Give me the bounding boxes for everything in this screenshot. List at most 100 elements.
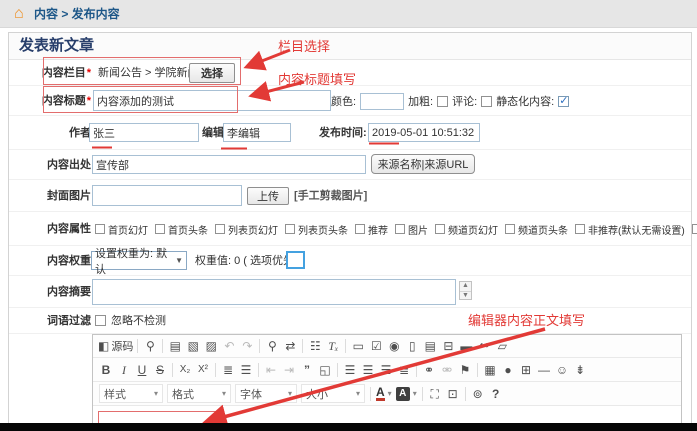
justify-icon[interactable]: ≣ — [396, 361, 412, 379]
table-icon[interactable]: ⊞ — [518, 361, 534, 379]
toolbar-separator — [422, 387, 423, 401]
link-icon[interactable]: ⚭ — [421, 361, 437, 379]
bottom-black-bar — [0, 423, 697, 431]
remove-format-icon[interactable]: Tₓ — [325, 337, 341, 355]
weight-select[interactable]: 设置权重为: 默认▼ — [91, 251, 187, 270]
anchor-icon[interactable]: ⚑ — [457, 361, 473, 379]
paste-from-word-icon[interactable]: ▨ — [203, 337, 219, 355]
ignore-check-checkbox[interactable] — [95, 315, 106, 326]
redo-icon[interactable]: ↷ — [239, 337, 255, 355]
image-icon[interactable]: ▦ — [482, 361, 498, 379]
summary-label: 内容摘要 — [9, 276, 91, 308]
ignore-check-label: 忽略不检测 — [111, 308, 166, 334]
undo-icon[interactable]: ↶ — [221, 337, 237, 355]
attribute-option: 首页头条 — [155, 222, 208, 237]
paste-icon[interactable]: ▧ — [185, 337, 201, 355]
editor-input[interactable] — [223, 123, 291, 142]
italic-icon[interactable]: I — [116, 361, 132, 379]
attribute-checkbox[interactable] — [285, 224, 295, 234]
bg-color-icon[interactable]: A▾ — [396, 387, 417, 401]
replace-icon[interactable]: ⇄ — [282, 337, 298, 355]
page-title: 发表新文章 — [19, 33, 94, 59]
checkbox-field-icon[interactable]: ☑ — [368, 337, 384, 355]
manual-crop-hint[interactable]: [手工剪裁图片] — [294, 180, 367, 212]
column-select-button[interactable]: 选择 — [189, 63, 235, 83]
breadcrumb[interactable]: 内容 > 发布内容 — [34, 0, 120, 28]
image-button-icon[interactable]: ◖◗ — [476, 337, 492, 355]
preview-icon[interactable]: ⚲ — [142, 337, 158, 355]
text-color-icon[interactable]: A▾ — [376, 387, 392, 401]
spinner-down-icon[interactable]: ▼ — [460, 291, 471, 300]
cover-input[interactable] — [92, 185, 242, 206]
select-field-icon[interactable]: ⊟ — [440, 337, 456, 355]
div-container-icon[interactable]: ◱ — [317, 361, 333, 379]
attribute-checkbox[interactable] — [692, 224, 697, 234]
maximize-icon[interactable]: ⛶ — [427, 385, 443, 403]
flash-icon[interactable]: ● — [500, 361, 516, 379]
indent-icon[interactable]: ⇥ — [281, 361, 297, 379]
button-field-icon[interactable]: ▬ — [458, 337, 474, 355]
select-all-icon[interactable]: ☷ — [307, 337, 323, 355]
align-left-icon[interactable]: ☰ — [342, 361, 358, 379]
new-page-icon[interactable]: ▤ — [167, 337, 183, 355]
attribute-checkbox[interactable] — [95, 224, 105, 234]
attribute-checkbox[interactable] — [435, 224, 445, 234]
superscript-icon[interactable]: X² — [195, 361, 211, 379]
bold-checkbox[interactable] — [437, 96, 448, 107]
textarea-field-icon[interactable]: ▤ — [422, 337, 438, 355]
source-name-url-button[interactable]: 来源名称|来源URL — [371, 154, 475, 174]
help-icon[interactable]: ? — [488, 385, 504, 403]
page-break-icon[interactable]: ⇟ — [572, 361, 588, 379]
smiley-icon[interactable]: ☺ — [554, 361, 570, 379]
bold-icon[interactable]: B — [98, 361, 114, 379]
attribute-checkbox[interactable] — [575, 224, 585, 234]
horizontal-rule-icon[interactable]: ― — [536, 361, 552, 379]
strikethrough-icon[interactable]: S — [152, 361, 168, 379]
attribute-checkbox[interactable] — [215, 224, 225, 234]
styles-dropdown[interactable]: 样式▾ — [99, 384, 163, 403]
title-input[interactable] — [93, 90, 331, 111]
publish-time-input[interactable] — [368, 123, 480, 142]
upload-button[interactable]: 上传 — [247, 187, 289, 205]
annotation-column-select: 栏目选择 — [278, 36, 330, 55]
attribute-checkbox[interactable] — [505, 224, 515, 234]
chevron-down-icon: ▾ — [222, 389, 226, 398]
subscript-icon[interactable]: X₂ — [177, 361, 193, 379]
title-options: 颜色: 加粗: 评论: 静态化内容: — [331, 86, 569, 116]
source-icon[interactable]: ◧源码 — [98, 337, 133, 355]
radio-button-icon[interactable]: ◉ — [386, 337, 402, 355]
text-field-icon[interactable]: ▯ — [404, 337, 420, 355]
source-input[interactable] — [92, 155, 366, 174]
color-input[interactable] — [360, 93, 404, 110]
show-blocks-icon[interactable]: ⊡ — [445, 385, 461, 403]
blockquote-icon[interactable]: ” — [299, 361, 315, 379]
home-icon[interactable]: ⌂ — [14, 0, 24, 28]
outdent-icon[interactable]: ⇤ — [263, 361, 279, 379]
author-input[interactable] — [89, 123, 199, 142]
font-dropdown[interactable]: 字体▾ — [235, 384, 297, 403]
attribute-label: 频道页幻灯 — [448, 222, 498, 237]
bulleted-list-icon[interactable]: ☰ — [238, 361, 254, 379]
underline-icon[interactable]: U — [134, 361, 150, 379]
find-icon[interactable]: ⚲ — [264, 337, 280, 355]
numbered-list-icon[interactable]: ≣ — [220, 361, 236, 379]
attribute-checkbox[interactable] — [395, 224, 405, 234]
hidden-field-icon[interactable]: ▱ — [494, 337, 510, 355]
attribute-label: 图片 — [408, 222, 428, 237]
attribute-checkbox[interactable] — [355, 224, 365, 234]
summary-spinner[interactable]: ▲▼ — [459, 281, 472, 300]
unlink-icon[interactable]: ⚮ — [439, 361, 455, 379]
toolbar-separator — [137, 339, 138, 353]
form-icon[interactable]: ▭ — [350, 337, 366, 355]
weight-value-input[interactable] — [286, 251, 305, 269]
align-right-icon[interactable]: ☰ — [378, 361, 394, 379]
size-dropdown[interactable]: 大小▾ — [301, 384, 365, 403]
attribute-checkbox[interactable] — [155, 224, 165, 234]
summary-textarea[interactable] — [92, 279, 456, 305]
comment-checkbox[interactable] — [481, 96, 492, 107]
format-dropdown[interactable]: 格式▾ — [167, 384, 231, 403]
about-icon[interactable]: ⊚ — [470, 385, 486, 403]
static-checkbox[interactable] — [558, 96, 569, 107]
spinner-up-icon[interactable]: ▲ — [460, 282, 471, 291]
align-center-icon[interactable]: ☰ — [360, 361, 376, 379]
